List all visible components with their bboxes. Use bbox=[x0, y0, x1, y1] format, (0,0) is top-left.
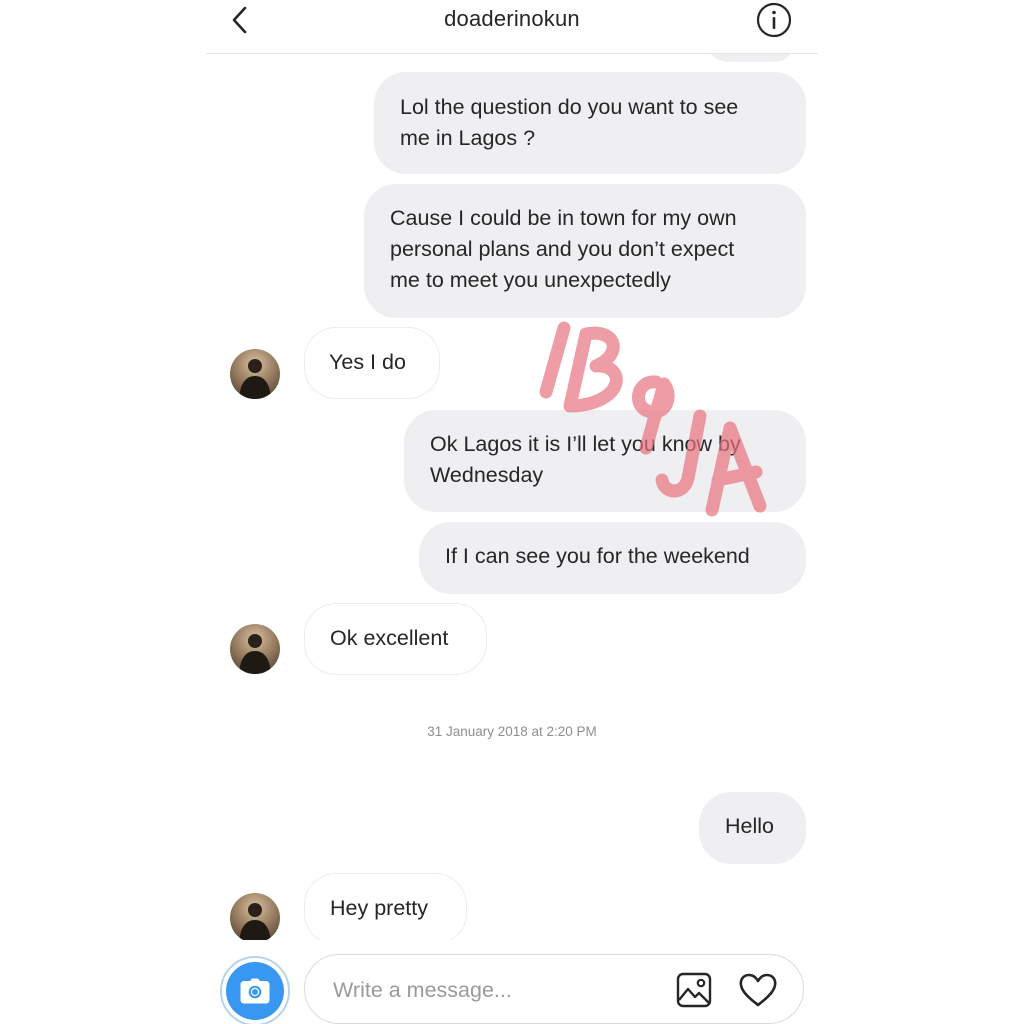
message-bubble-received[interactable]: Ok excellent bbox=[304, 603, 487, 675]
message-line: Lol the question do you want to see bbox=[400, 95, 739, 119]
thread-title[interactable]: doaderinokun bbox=[206, 6, 818, 32]
message-bubble-sent[interactable]: Lol the question do you want to see me i… bbox=[374, 72, 806, 174]
message-timestamp: 31 January 2018 at 2:20 PM bbox=[427, 724, 597, 739]
person-silhouette-icon bbox=[239, 634, 271, 674]
message-line: Yes I do bbox=[329, 350, 406, 374]
camera-icon bbox=[240, 978, 270, 1004]
message-bubble-sent[interactable]: Hello bbox=[699, 792, 806, 864]
gallery-button[interactable] bbox=[675, 971, 713, 1009]
message-line: Ok excellent bbox=[330, 626, 449, 650]
sender-avatar[interactable] bbox=[230, 624, 280, 674]
message-line: personal plans and you don’t expect bbox=[390, 237, 735, 261]
message-line: me to meet you unexpectedly bbox=[390, 268, 671, 292]
message-composer bbox=[206, 940, 818, 1024]
person-silhouette-icon bbox=[239, 359, 271, 399]
message-line: If I can see you for the weekend bbox=[445, 544, 750, 568]
image-icon bbox=[676, 972, 712, 1008]
message-line: Hey pretty bbox=[330, 896, 428, 920]
info-button[interactable] bbox=[756, 2, 792, 38]
message-bubble-sent[interactable]: If I can see you for the weekend bbox=[419, 522, 806, 594]
camera-button[interactable] bbox=[220, 956, 290, 1024]
person-silhouette-icon bbox=[239, 903, 271, 943]
info-circle-icon bbox=[756, 2, 792, 38]
message-line: Cause I could be in town for my own bbox=[390, 206, 737, 230]
message-line: Wednesday bbox=[430, 463, 544, 487]
message-field[interactable] bbox=[304, 954, 804, 1024]
message-line: me in Lagos ? bbox=[400, 126, 536, 150]
thread-header: doaderinokun bbox=[206, 0, 818, 54]
sender-avatar[interactable] bbox=[230, 349, 280, 399]
message-bubble-sent[interactable]: Ok Lagos it is I’ll let you know by Wedn… bbox=[404, 410, 806, 512]
camera-button-fill bbox=[226, 962, 284, 1020]
message-bubble-received[interactable]: Hey pretty bbox=[304, 873, 467, 945]
sender-avatar[interactable] bbox=[230, 893, 280, 943]
dm-thread-screen: doaderinokun Lol the question do you wan… bbox=[206, 0, 818, 1024]
message-bubble-received[interactable]: Yes I do bbox=[304, 327, 440, 399]
message-line: Ok Lagos it is I’ll let you know by bbox=[430, 432, 741, 456]
like-button[interactable] bbox=[737, 969, 779, 1011]
heart-icon bbox=[739, 973, 777, 1007]
message-line: Hello bbox=[725, 814, 774, 838]
message-bubble-sent[interactable]: Cause I could be in town for my own pers… bbox=[364, 184, 806, 318]
message-input[interactable] bbox=[333, 973, 663, 1007]
